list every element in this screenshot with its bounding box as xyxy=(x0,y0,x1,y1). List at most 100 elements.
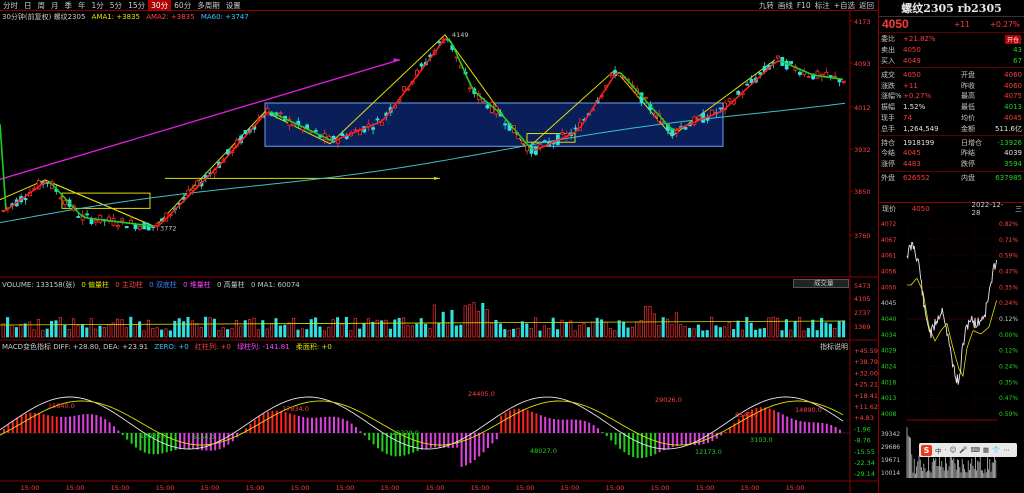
period-tab-12[interactable]: 设置 xyxy=(223,0,244,11)
period-tab-8[interactable]: 15分 xyxy=(125,0,148,11)
volume-bar xyxy=(481,302,485,338)
volume-bar xyxy=(278,325,282,338)
ime-item-5[interactable]: ▦ xyxy=(983,446,989,454)
macd-value-label: 15030.0 xyxy=(140,432,167,440)
ime-item-4[interactable]: ⌨ xyxy=(970,446,979,454)
mini-vol-label: 39342 xyxy=(881,431,900,438)
macd-axis-label: +38.79 xyxy=(854,358,878,366)
volume-bar xyxy=(542,325,546,338)
period-tab-7[interactable]: 5分 xyxy=(107,0,125,11)
volume-bar xyxy=(811,319,815,338)
ime-floating-toolbar[interactable]: S 中 · ☺ 🎤 ⌨ ▦ 👕 ⋯ xyxy=(919,443,1017,457)
volume-bar xyxy=(314,317,318,338)
toolbar-right-btn-0[interactable]: 九转 xyxy=(757,0,776,11)
mini-right-label: 0.12% xyxy=(999,316,1018,323)
volume-bar xyxy=(388,328,392,338)
mini-left-label: 4008 xyxy=(881,411,896,418)
candle-body xyxy=(718,107,723,110)
ma-line xyxy=(704,116,709,119)
ime-item-1[interactable]: · xyxy=(945,446,947,454)
ime-item-2[interactable]: ☺ xyxy=(950,446,957,454)
volume-bar xyxy=(173,320,177,338)
mini-vol-label: 19671 xyxy=(881,457,900,464)
candle-body xyxy=(736,90,741,95)
candle-body xyxy=(815,70,820,79)
period-tab-10[interactable]: 60分 xyxy=(171,0,194,11)
volume-bar xyxy=(19,323,23,338)
period-tab-3[interactable]: 月 xyxy=(48,0,62,11)
volume-bar xyxy=(160,329,164,338)
mini-right-label: 0.59% xyxy=(999,411,1018,418)
period-tab-9[interactable]: 30分 xyxy=(148,0,172,11)
ma-line xyxy=(413,75,418,81)
ime-item-7[interactable]: ⋯ xyxy=(1003,446,1010,454)
toolbar-right-btn-3[interactable]: 标注 xyxy=(813,0,832,11)
toolbar-right-btn-4[interactable]: +自选 xyxy=(832,0,857,11)
main-legend: 30分钟(前复权) 螺纹2305 AMA1: +3835 AMA2: +3835… xyxy=(2,12,253,22)
quote-row-value-2: 4060 xyxy=(1004,70,1022,79)
candle-body xyxy=(195,180,200,186)
candle-body xyxy=(437,41,442,44)
period-tab-2[interactable]: 周 xyxy=(35,0,49,11)
period-tab-5[interactable]: 年 xyxy=(75,0,89,11)
volume-bar xyxy=(842,320,846,338)
volume-bar xyxy=(749,322,753,338)
legend-ma60: MA60: +3747 xyxy=(200,13,249,21)
ma-line xyxy=(788,63,793,67)
ime-item-0[interactable]: 中 xyxy=(935,445,942,455)
quote-row: 振幅 1.52% 最低 4013 xyxy=(879,102,1024,113)
ma-line xyxy=(269,111,274,114)
ma-line xyxy=(710,113,715,117)
ime-logo-icon[interactable]: S xyxy=(921,444,932,456)
period-tab-4[interactable]: 季 xyxy=(62,0,76,11)
kline-chart[interactable]: 4173 4093 4012 3932 3850 3760 5473 4105 2737 1369… xyxy=(0,11,878,493)
quote-row-label-2: 昨结 xyxy=(961,149,975,158)
candle-body xyxy=(696,115,701,119)
volume-bar xyxy=(573,330,577,338)
volume-bar xyxy=(146,319,150,338)
time-axis-label: 15:00 xyxy=(471,484,490,492)
ma-line xyxy=(374,122,379,125)
volume-legend: VOLUME: 133158(张) 0 偏量柱 0 主动柱 0 双底柱 0 堆量… xyxy=(2,280,304,290)
candle-body xyxy=(353,129,358,132)
candle-body xyxy=(745,83,749,86)
ime-item-6[interactable]: 👕 xyxy=(992,446,1000,454)
candle-body xyxy=(485,104,490,109)
ime-item-3[interactable]: 🎤 xyxy=(959,446,967,454)
ma-line xyxy=(371,123,376,127)
volume-bar xyxy=(578,324,582,338)
arrow-head xyxy=(434,176,440,180)
volume-bar xyxy=(340,323,344,338)
toolbar-right-btn-2[interactable]: F10 xyxy=(795,1,813,10)
volume-bar xyxy=(1,323,5,338)
candle-body xyxy=(124,226,129,229)
volume-bar xyxy=(318,326,322,338)
macd-value-label: 12173.0 xyxy=(695,448,722,456)
time-axis-label: 15:00 xyxy=(66,484,85,492)
volume-bar xyxy=(14,327,18,338)
volume-bar xyxy=(622,321,626,338)
toolbar-right-btn-5[interactable]: 返回 xyxy=(857,0,876,11)
period-tab-0[interactable]: 分时 xyxy=(0,0,21,11)
volume-bar xyxy=(789,329,793,338)
indicator-select[interactable]: 成交量 xyxy=(793,279,849,288)
mini-right-label: 0.00% xyxy=(999,332,1018,339)
volume-bar xyxy=(736,320,740,338)
time-axis-label: 15:00 xyxy=(111,484,130,492)
ma-line xyxy=(74,208,79,213)
macd-axis-label: -1.96 xyxy=(854,425,871,433)
time-axis-label: 15:00 xyxy=(516,484,535,492)
period-tab-1[interactable]: 日 xyxy=(21,0,35,11)
volume-item-5: 0 高量柱 xyxy=(217,281,245,289)
mini-left-label: 4045 xyxy=(881,300,896,307)
period-tab-6[interactable]: 1分 xyxy=(89,0,107,11)
volume-bar xyxy=(784,319,788,338)
period-tab-11[interactable]: 多周期 xyxy=(194,0,223,11)
indicator-help-link[interactable]: 指标说明 xyxy=(820,342,848,352)
candle-body xyxy=(85,213,89,216)
toolbar-right-btn-1[interactable]: 画线 xyxy=(776,0,795,11)
macd-value-label: 8547.0 xyxy=(735,411,758,419)
ma-line xyxy=(62,195,67,200)
candle-body xyxy=(58,197,63,200)
high-annotation: 4149 xyxy=(452,31,469,39)
